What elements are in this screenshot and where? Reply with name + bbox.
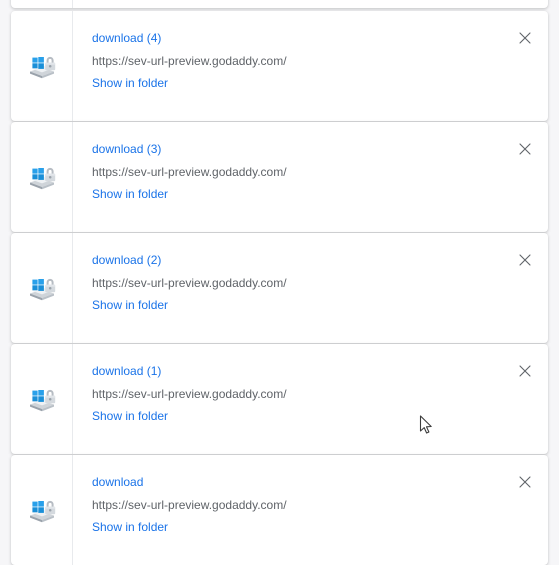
windows-installer-lock-icon <box>29 278 55 301</box>
download-item-inner: download (2) https://sev-url-preview.goda… <box>11 233 548 343</box>
close-icon <box>519 476 531 488</box>
download-item-content: download https://sev-url-preview.godaddy.… <box>73 455 548 565</box>
download-source-url: https://sev-url-preview.godaddy.com/ <box>92 387 287 401</box>
show-in-folder-link[interactable]: Show in folder <box>92 76 168 90</box>
download-item[interactable]: download (5)https://sev-url-preview.goda… <box>11 0 548 8</box>
download-item[interactable]: download (3) https://sev-url-preview.goda… <box>11 122 548 232</box>
close-icon <box>519 32 531 44</box>
windows-installer-lock-icon <box>29 167 55 190</box>
download-file-name[interactable]: download (1) <box>92 364 161 378</box>
download-file-icon-cell <box>11 11 73 121</box>
download-source-url: https://sev-url-preview.godaddy.com/ <box>92 276 287 290</box>
download-item-inner: download (3) https://sev-url-preview.goda… <box>11 122 548 232</box>
download-file-name[interactable]: download (3) <box>92 142 161 156</box>
remove-download-button[interactable] <box>516 140 534 158</box>
download-file-icon-cell <box>11 344 73 454</box>
downloads-list: download (5)https://sev-url-preview.goda… <box>0 0 559 565</box>
remove-download-button[interactable] <box>516 473 534 491</box>
download-item-content: download (4) https://sev-url-preview.goda… <box>73 11 548 121</box>
windows-installer-lock-icon <box>29 500 55 523</box>
download-item[interactable]: download (1) https://sev-url-preview.goda… <box>11 344 548 454</box>
show-in-folder-link[interactable]: Show in folder <box>92 520 168 534</box>
download-item-content: download (2) https://sev-url-preview.goda… <box>73 233 548 343</box>
download-file-icon-cell <box>11 122 73 232</box>
download-item[interactable]: download (2) https://sev-url-preview.goda… <box>11 233 548 343</box>
windows-installer-lock-icon <box>29 56 55 79</box>
remove-download-button[interactable] <box>516 362 534 380</box>
download-item-content: download (1) https://sev-url-preview.goda… <box>73 344 548 454</box>
show-in-folder-link[interactable]: Show in folder <box>92 187 168 201</box>
download-item-inner: download (5)https://sev-url-preview.goda… <box>11 0 548 8</box>
download-source-url: https://sev-url-preview.godaddy.com/ <box>92 54 287 68</box>
show-in-folder-link[interactable]: Show in folder <box>92 409 168 423</box>
close-icon <box>519 254 531 266</box>
download-file-icon-cell <box>11 455 73 565</box>
windows-installer-lock-icon <box>29 389 55 412</box>
download-file-name[interactable]: download (4) <box>92 31 161 45</box>
download-item-inner: download (4) https://sev-url-preview.goda… <box>11 11 548 121</box>
download-source-url: https://sev-url-preview.godaddy.com/ <box>92 165 287 179</box>
remove-download-button[interactable] <box>516 251 534 269</box>
download-item-content: download (5)https://sev-url-preview.goda… <box>73 0 548 8</box>
download-item[interactable]: download https://sev-url-preview.godaddy.… <box>11 455 548 565</box>
download-file-icon-cell <box>11 0 73 8</box>
close-icon <box>519 143 531 155</box>
download-file-name[interactable]: download <box>92 475 143 489</box>
remove-download-button[interactable] <box>516 29 534 47</box>
download-file-name[interactable]: download (2) <box>92 253 161 267</box>
download-item-content: download (3) https://sev-url-preview.goda… <box>73 122 548 232</box>
close-icon <box>519 365 531 377</box>
download-item-inner: download (1) https://sev-url-preview.goda… <box>11 344 548 454</box>
download-item[interactable]: download (4) https://sev-url-preview.goda… <box>11 11 548 121</box>
download-file-icon-cell <box>11 233 73 343</box>
download-source-url: https://sev-url-preview.godaddy.com/ <box>92 498 287 512</box>
download-item-inner: download https://sev-url-preview.godaddy.… <box>11 455 548 565</box>
show-in-folder-link[interactable]: Show in folder <box>92 298 168 312</box>
